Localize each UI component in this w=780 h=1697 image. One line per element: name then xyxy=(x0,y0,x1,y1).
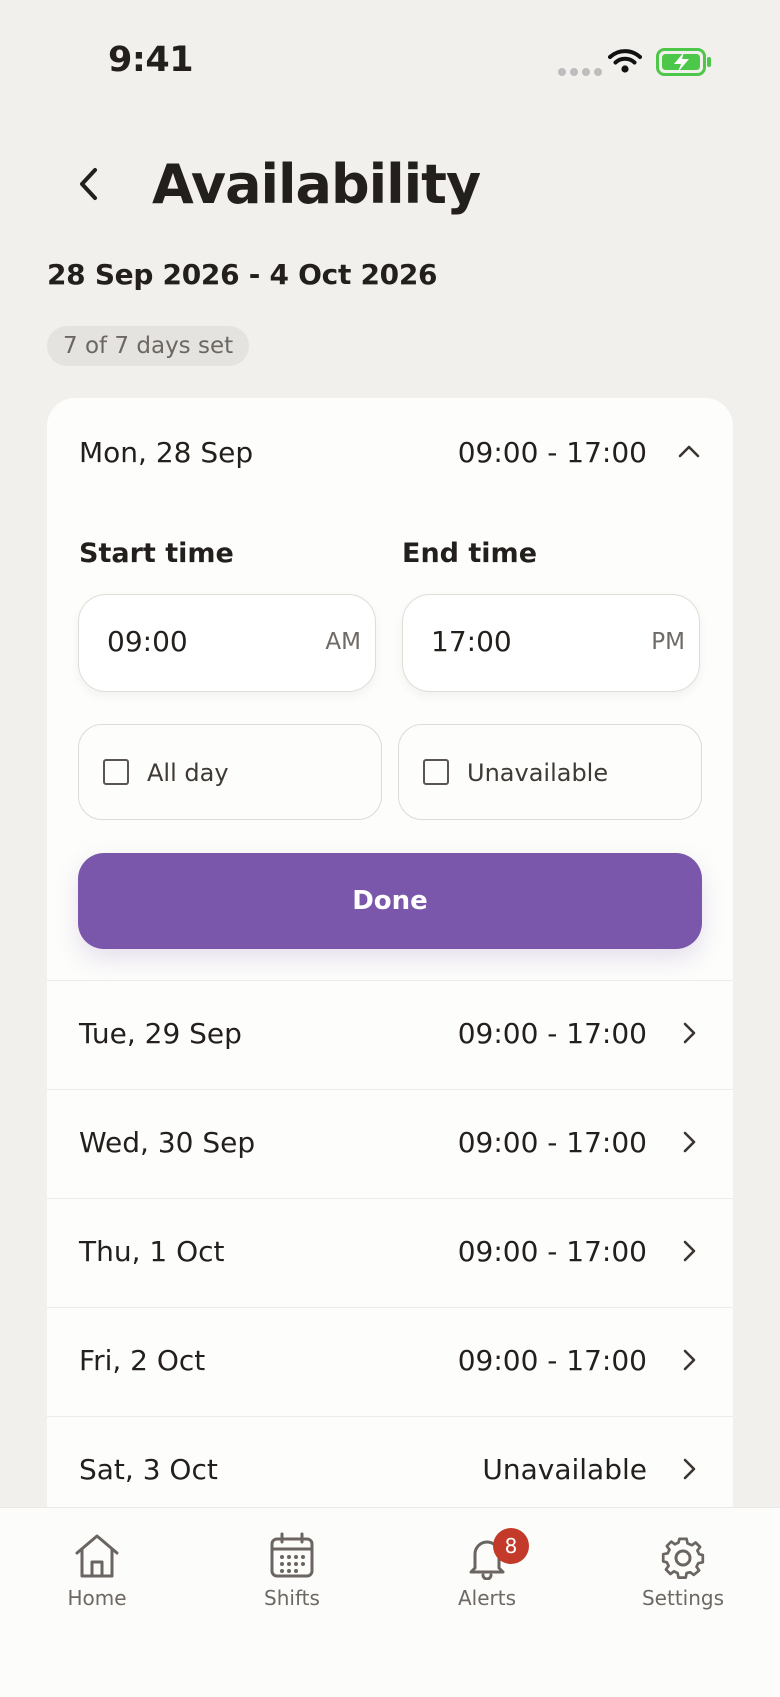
day-name: Fri, 2 Oct xyxy=(79,1344,206,1377)
tab-home[interactable]: Home xyxy=(27,1532,167,1632)
chevron-right-icon xyxy=(683,1131,696,1153)
tab-label: Shifts xyxy=(264,1586,320,1610)
home-icon xyxy=(75,1534,119,1578)
days-set-badge: 7 of 7 days set xyxy=(47,326,250,366)
day-time: Unavailable xyxy=(482,1453,647,1486)
end-time-input[interactable]: 17:00 PM xyxy=(402,594,700,692)
unavailable-option[interactable]: Unavailable xyxy=(398,724,702,820)
day-time: 09:00 - 17:00 xyxy=(457,1235,647,1268)
all-day-checkbox[interactable] xyxy=(103,759,129,785)
end-time-label: End time xyxy=(402,538,537,569)
day-name: Sat, 3 Oct xyxy=(79,1453,218,1486)
calendar-icon xyxy=(270,1532,314,1578)
end-time-value: 17:00 xyxy=(431,625,512,658)
tab-settings[interactable]: Settings xyxy=(613,1532,753,1632)
end-time-suffix: PM xyxy=(651,629,685,655)
start-time-suffix: AM xyxy=(325,629,361,655)
back-button[interactable] xyxy=(64,160,112,208)
chevron-right-icon xyxy=(683,1022,696,1044)
alerts-badge: 8 xyxy=(493,1528,529,1564)
tab-alerts[interactable]: 8 Alerts xyxy=(417,1528,557,1632)
day-time: 09:00 - 17:00 xyxy=(457,1017,647,1050)
date-range: 28 Sep 2026 - 4 Oct 2026 xyxy=(47,258,438,291)
day-row[interactable]: Tue, 29 Sep 09:00 - 17:00 xyxy=(47,980,733,1090)
status-time: 9:41 xyxy=(108,40,194,80)
tab-shifts[interactable]: Shifts xyxy=(222,1532,362,1632)
gear-icon xyxy=(661,1537,705,1579)
day-row-expanded[interactable]: Mon, 28 Sep 09:00 - 17:00 xyxy=(47,398,733,508)
all-day-option[interactable]: All day xyxy=(78,724,382,820)
status-bar: 9:41 xyxy=(0,0,780,120)
day-name: Thu, 1 Oct xyxy=(79,1235,225,1268)
start-time-input[interactable]: 09:00 AM xyxy=(78,594,376,692)
unavailable-label: Unavailable xyxy=(467,759,609,787)
chevron-left-icon xyxy=(80,168,97,200)
wifi-icon xyxy=(608,49,642,73)
day-row[interactable]: Thu, 1 Oct 09:00 - 17:00 xyxy=(47,1198,733,1308)
tab-bar: Home Shifts 8 Alerts Settings xyxy=(0,1507,780,1697)
day-row[interactable]: Fri, 2 Oct 09:00 - 17:00 xyxy=(47,1307,733,1417)
page-title: Availability xyxy=(152,153,481,216)
chevron-right-icon xyxy=(683,1240,696,1262)
signal-icon xyxy=(558,68,602,76)
day-name: Tue, 29 Sep xyxy=(79,1017,242,1050)
availability-card: Mon, 28 Sep 09:00 - 17:00 Start time End… xyxy=(47,398,733,1558)
battery-icon xyxy=(656,48,711,76)
chevron-right-icon xyxy=(683,1349,696,1371)
done-button[interactable]: Done xyxy=(78,853,702,949)
day-time: 09:00 - 17:00 xyxy=(457,1126,647,1159)
day-name: Wed, 30 Sep xyxy=(79,1126,256,1159)
start-time-label: Start time xyxy=(79,538,234,569)
tab-label: Alerts xyxy=(457,1586,517,1610)
start-time-value: 09:00 xyxy=(107,625,188,658)
day-time: 09:00 - 17:00 xyxy=(457,1344,647,1377)
chevron-right-icon xyxy=(683,1458,696,1480)
day-name: Mon, 28 Sep xyxy=(79,436,254,469)
all-day-label: All day xyxy=(147,759,229,787)
unavailable-checkbox[interactable] xyxy=(423,759,449,785)
day-time: 09:00 - 17:00 xyxy=(457,436,647,469)
day-row[interactable]: Wed, 30 Sep 09:00 - 17:00 xyxy=(47,1089,733,1199)
chevron-up-icon xyxy=(678,445,700,458)
tab-label: Settings xyxy=(641,1586,725,1610)
tab-label: Home xyxy=(67,1586,127,1610)
